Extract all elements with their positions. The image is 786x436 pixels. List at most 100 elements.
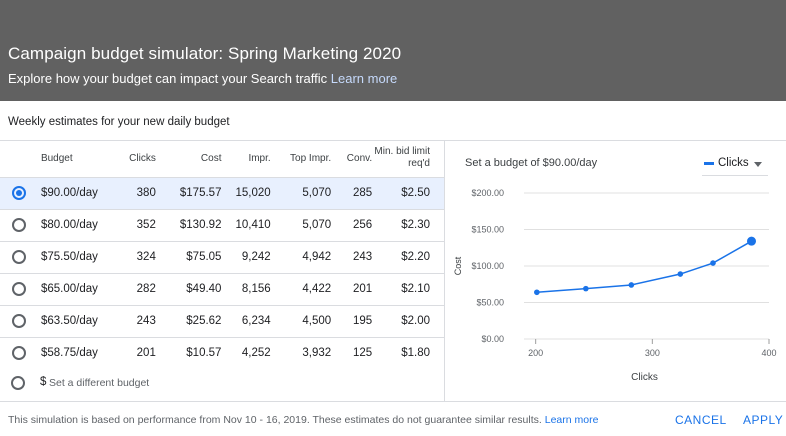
table-row[interactable]: $90.00/day 380 $175.57 15,020 5,070 285 $2.50 <box>0 176 444 209</box>
bid-column-header: Min. bid limit req'd <box>372 140 444 177</box>
cost-column-header: Cost <box>200 152 222 164</box>
row-top-impr: 5,070 <box>270 208 332 241</box>
different-budget-row[interactable]: $ Set a different budget <box>0 371 444 395</box>
series-swatch <box>704 162 714 165</box>
row-clicks: 352 <box>114 208 156 241</box>
top-impr-column-header: Top Impr. <box>290 152 332 164</box>
chart-heading: Set a budget of $90.00/day <box>465 157 598 169</box>
row-clicks: 243 <box>114 304 156 337</box>
x-tick-label: 300 <box>645 348 660 358</box>
row-bid: $2.50 <box>372 176 444 209</box>
y-tick-label: $50.00 <box>476 298 504 308</box>
footer: This simulation is based on performance … <box>0 402 786 436</box>
series-line <box>536 240 752 294</box>
row-radio-cell <box>0 240 39 273</box>
row-cost: $49.40 <box>155 272 222 305</box>
table-row[interactable]: $58.75/day 201 $10.57 4,252 3,932 125 $1.80 <box>0 336 444 369</box>
row-cost: $75.05 <box>155 240 222 273</box>
row-cost: $25.62 <box>155 304 222 337</box>
row-conv: 256 <box>331 208 373 241</box>
row-budget: $63.50/day <box>38 304 115 337</box>
budget-radio[interactable] <box>12 186 27 200</box>
row-impr: 15,020 <box>221 176 271 209</box>
row-budget: $90.00/day <box>38 176 115 209</box>
header-bar: Campaign budget simulator: Spring Market… <box>0 0 786 101</box>
selected-data-point <box>747 236 756 246</box>
row-budget: $65.00/day <box>38 272 115 305</box>
table-row[interactable]: $80.00/day 352 $130.92 10,410 5,070 256 $2.30 <box>0 208 444 241</box>
cancel-button[interactable]: CANCEL <box>675 413 727 427</box>
row-radio-cell <box>0 304 39 337</box>
budget-table: Budget Clicks Cost Impr. Top Impr. Conv.… <box>0 140 444 369</box>
y-tick-label: $100.00 <box>471 261 504 271</box>
row-bid: $1.80 <box>372 336 444 369</box>
row-clicks: 380 <box>114 176 156 209</box>
row-radio-cell <box>0 208 39 241</box>
data-point <box>583 285 589 292</box>
table-row[interactable]: $75.50/day 324 $75.05 9,242 4,942 243 $2.20 <box>0 240 444 273</box>
metric-dropdown[interactable]: Clicks <box>702 152 768 176</box>
chevron-down-icon <box>754 162 762 167</box>
row-conv: 125 <box>331 336 373 369</box>
row-top-impr: 4,422 <box>270 272 332 305</box>
row-bid: $2.10 <box>372 272 444 305</box>
table-row[interactable]: $65.00/day 282 $49.40 8,156 4,422 201 $2.10 <box>0 272 444 305</box>
row-budget: $80.00/day <box>38 208 115 241</box>
budget-column-header: Budget <box>40 152 73 164</box>
data-point <box>710 260 716 266</box>
radio-column-header <box>0 140 39 177</box>
apply-button[interactable]: APPLY <box>743 413 783 427</box>
bid-header-line1: Min. bid limit <box>374 146 430 158</box>
row-budget: $58.75/day <box>38 336 115 369</box>
row-bid: $2.00 <box>372 304 444 337</box>
data-point <box>628 282 635 288</box>
y-axis-label: Cost <box>453 256 463 275</box>
budget-radio[interactable] <box>12 314 27 328</box>
table-header-row: Budget Clicks Cost Impr. Top Impr. Conv.… <box>0 140 444 177</box>
row-impr: 10,410 <box>221 208 271 241</box>
data-point <box>534 289 540 296</box>
row-top-impr: 5,070 <box>270 176 332 209</box>
subtitle-text: Explore how your budget can impact your … <box>8 71 328 86</box>
row-top-impr: 4,942 <box>270 240 332 273</box>
x-tick-label: 200 <box>528 348 543 358</box>
row-conv: 201 <box>331 272 373 305</box>
metric-dropdown-value: Clicks <box>718 157 749 169</box>
cost-vs-clicks-chart: $0.00 $50.00 $100.00 $150.00 $200.00 200 300 40… <box>453 188 777 383</box>
row-cost: $175.57 <box>155 176 222 209</box>
x-axis-label: Clicks <box>631 372 658 383</box>
budget-radio[interactable] <box>12 218 27 232</box>
header-learn-more-link[interactable]: Learn more <box>331 71 397 86</box>
row-conv: 195 <box>331 304 373 337</box>
y-tick-label: $0.00 <box>481 334 504 344</box>
row-radio-cell <box>0 272 39 305</box>
budget-radio[interactable] <box>12 346 27 361</box>
budget-radio[interactable] <box>12 282 27 296</box>
row-radio-cell <box>0 176 39 209</box>
weekly-estimates-label: Weekly estimates for your new daily budg… <box>8 116 230 128</box>
impr-column-header: Impr. <box>248 152 271 164</box>
row-top-impr: 4,500 <box>270 304 332 337</box>
different-budget-input[interactable]: Set a different budget <box>49 377 149 389</box>
row-top-impr: 3,932 <box>270 336 332 369</box>
footer-learn-more-link[interactable]: Learn more <box>545 414 599 426</box>
bid-header-line2: req'd <box>408 158 430 170</box>
footer-note-text: This simulation is based on performance … <box>8 414 542 426</box>
conv-column-header: Conv. <box>346 152 373 164</box>
row-radio-cell <box>0 336 39 369</box>
y-tick-label: $150.00 <box>471 225 504 235</box>
row-impr: 4,252 <box>221 336 271 369</box>
row-cost: $130.92 <box>155 208 222 241</box>
row-clicks: 324 <box>114 240 156 273</box>
page-title: Campaign budget simulator: Spring Market… <box>8 44 402 63</box>
y-tick-label: $200.00 <box>471 188 504 198</box>
footer-note: This simulation is based on performance … <box>8 414 598 426</box>
different-budget-radio[interactable] <box>11 376 25 390</box>
budget-radio[interactable] <box>12 250 27 264</box>
row-clicks: 201 <box>114 336 156 369</box>
clicks-column-header: Clicks <box>129 152 156 164</box>
row-impr: 6,234 <box>221 304 271 337</box>
row-cost: $10.57 <box>155 336 222 369</box>
row-conv: 285 <box>331 176 373 209</box>
table-row[interactable]: $63.50/day 243 $25.62 6,234 4,500 195 $2.00 <box>0 304 444 337</box>
